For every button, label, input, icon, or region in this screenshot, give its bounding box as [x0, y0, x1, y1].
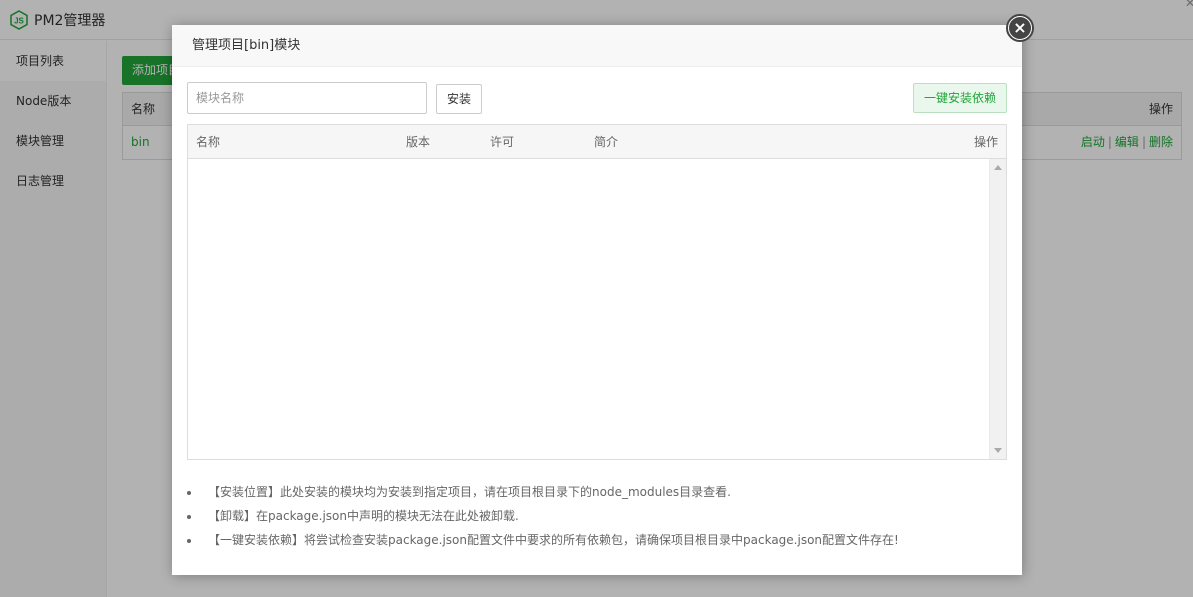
dialog-toolbar: 安装 一键安装依赖 — [187, 82, 1007, 114]
dialog-title: 管理项目[bin]模块 — [172, 25, 1022, 67]
module-table-header: 名称 版本 许可 简介 操作 — [188, 125, 1006, 159]
module-name-input[interactable] — [187, 82, 427, 114]
install-all-dependencies-button[interactable]: 一键安装依赖 — [912, 83, 1007, 113]
note-install-location: 【安装位置】此处安装的模块均为安装到指定项目，请在项目根目录下的node_mod… — [187, 480, 1007, 504]
close-icon: × — [1009, 17, 1031, 39]
help-notes: 【安装位置】此处安装的模块均为安装到指定项目，请在项目根目录下的node_mod… — [187, 480, 1007, 552]
scroll-up-icon[interactable] — [994, 165, 1002, 170]
column-license-header: 许可 — [490, 135, 515, 149]
column-version-header: 版本 — [406, 135, 431, 149]
column-description-header: 简介 — [594, 135, 619, 149]
vertical-scrollbar[interactable] — [989, 159, 1006, 459]
module-manage-dialog: 管理项目[bin]模块 × 安装 一键安装依赖 名称 版本 许可 简介 操作 【… — [172, 14, 1034, 575]
column-actions-header: 操作 — [973, 135, 998, 149]
module-table-body — [188, 159, 1006, 459]
dialog-close-button[interactable]: × — [1006, 14, 1034, 42]
module-table: 名称 版本 许可 简介 操作 — [187, 124, 1007, 460]
install-button[interactable]: 安装 — [436, 84, 483, 114]
note-uninstall: 【卸载】在package.json中声明的模块无法在此处被卸载. — [187, 504, 1007, 528]
column-name-header: 名称 — [196, 135, 221, 149]
scroll-down-icon[interactable] — [994, 448, 1002, 453]
note-install-all: 【一键安装依赖】将尝试检查安装package.json配置文件中要求的所有依赖包… — [187, 528, 1007, 552]
